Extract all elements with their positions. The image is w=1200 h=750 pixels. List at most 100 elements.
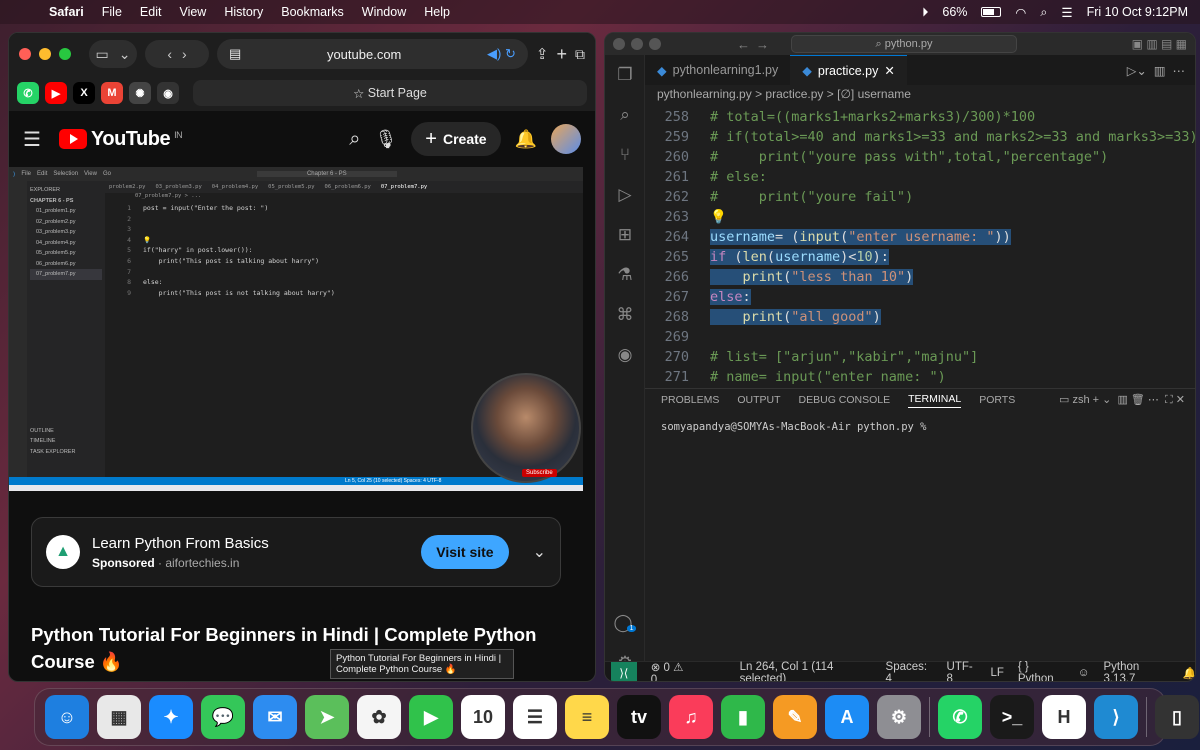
avatar[interactable] <box>551 124 581 154</box>
panel-tab-output[interactable]: OUTPUT <box>737 394 780 406</box>
close-window-button[interactable] <box>613 38 625 50</box>
gmail-icon[interactable]: M <box>101 82 123 104</box>
microphone-icon[interactable]: 🎙 <box>374 129 397 150</box>
forward-icon[interactable]: → <box>756 37 769 52</box>
launchpad-icon[interactable]: ▦ <box>97 695 141 739</box>
mail-icon[interactable]: ✉ <box>253 695 297 739</box>
menu-app-name[interactable]: Safari <box>40 5 93 19</box>
command-center-search[interactable]: ⌕ python.py <box>791 35 1017 53</box>
source-control-icon[interactable]: ⑂ <box>605 135 645 175</box>
visit-site-button[interactable]: Visit site <box>421 535 509 569</box>
python-interpreter[interactable]: Python 3.13.7 <box>1103 661 1168 682</box>
notes-icon[interactable]: ≡ <box>565 695 609 739</box>
github-icon[interactable]: ◉ <box>605 335 645 375</box>
tab-practice[interactable]: ◆ practice.py ✕ <box>790 55 907 85</box>
sidebar-toggle-button[interactable]: ▭ ⌄ <box>89 40 137 68</box>
minimize-window-button[interactable] <box>631 38 643 50</box>
share-icon[interactable]: ⇪ <box>536 45 549 63</box>
finder-icon[interactable]: ☺ <box>45 695 89 739</box>
tab-pythonlearning1[interactable]: ◆ pythonlearning1.py <box>645 55 790 85</box>
battery-icon[interactable] <box>981 7 1002 17</box>
pages-icon[interactable]: ✎ <box>773 695 817 739</box>
facetime-icon[interactable]: ▶ <box>409 695 453 739</box>
maps-icon[interactable]: ➤ <box>305 695 349 739</box>
breadcrumb[interactable]: pythonlearning.py > practice.py > [∅] us… <box>657 87 911 101</box>
close-tab-icon[interactable]: ✕ <box>884 63 894 78</box>
forward-icon[interactable]: › <box>182 46 187 62</box>
panel-tab-debug-console[interactable]: DEBUG CONSOLE <box>799 394 891 406</box>
safari-icon[interactable]: ✦ <box>149 695 193 739</box>
remote-icon[interactable]: ⟩⟨ <box>611 661 637 681</box>
document-icon[interactable]: ▯ <box>1155 695 1199 739</box>
notifications-icon[interactable]: 🔔 <box>515 129 537 150</box>
explorer-icon[interactable]: ❐ <box>605 55 645 95</box>
menu-view[interactable]: View <box>170 5 215 19</box>
menu-help[interactable]: Help <box>415 5 459 19</box>
sponsored-ad[interactable]: ▲ Learn Python From Basics Sponsored · a… <box>31 517 561 587</box>
panel-tab-ports[interactable]: PORTS <box>979 394 1015 406</box>
reload-icon[interactable]: ◀) ↻ <box>487 46 516 62</box>
testing-icon[interactable]: ⚗ <box>605 255 645 295</box>
new-tab-icon[interactable]: + <box>556 44 567 65</box>
settings-icon[interactable]: ⚙ <box>877 695 921 739</box>
spotlight-icon[interactable]: ⌕ <box>1040 5 1047 20</box>
accounts-icon[interactable]: ◯ 1 <box>605 603 645 643</box>
whatsapp-icon[interactable]: ✆ <box>17 82 39 104</box>
tab-overview-icon[interactable]: ⧉ <box>575 46 585 63</box>
page-menu-icon[interactable]: ▤ <box>229 46 241 62</box>
battery-percent[interactable]: 66% <box>942 5 967 19</box>
photos-icon[interactable]: ✿ <box>357 695 401 739</box>
play-status-icon[interactable]: ⏵ <box>922 5 928 20</box>
tv-icon[interactable]: tv <box>617 695 661 739</box>
terminal-icon[interactable]: >_ <box>990 695 1034 739</box>
clock[interactable]: Fri 10 Oct 9:12PM <box>1087 5 1188 19</box>
run-debug-icon[interactable]: ▷ <box>605 175 645 215</box>
reminders-icon[interactable]: ☰ <box>513 695 557 739</box>
cursor-position[interactable]: Ln 264, Col 1 (114 selected) <box>740 661 872 682</box>
encoding-status[interactable]: UTF-8 <box>947 661 977 682</box>
youtube-logo[interactable]: YouTube IN <box>59 128 183 151</box>
search-icon[interactable]: ⌕ <box>605 95 645 135</box>
hyper-icon[interactable]: H <box>1042 695 1086 739</box>
language-mode[interactable]: { } Python <box>1018 661 1064 682</box>
numbers-icon[interactable]: ▮ <box>721 695 765 739</box>
video-player[interactable]: ⟩ File Edit Selection View Go Chapter 6 … <box>9 167 583 491</box>
layout-icons[interactable]: ▣ ▥ ▤ ▦ <box>1132 37 1187 51</box>
menu-edit[interactable]: Edit <box>131 5 171 19</box>
subscribe-watermark[interactable]: Subscribe <box>522 469 557 477</box>
appstore-icon[interactable]: A <box>825 695 869 739</box>
terminal-prompt[interactable]: somyapandya@SOMYAs-MacBook-Air python.py… <box>645 411 1195 443</box>
whatsapp-icon[interactable]: ✆ <box>938 695 982 739</box>
extensions-icon[interactable]: ⊞ <box>605 215 645 255</box>
vscode-icon[interactable]: ⟩ <box>1094 695 1138 739</box>
panel-tab-terminal[interactable]: TERMINAL <box>908 393 962 408</box>
x-icon[interactable]: X <box>73 82 95 104</box>
close-window-button[interactable] <box>19 48 31 60</box>
search-icon[interactable]: ⌕ <box>349 128 360 151</box>
music-icon[interactable]: ♫ <box>669 695 713 739</box>
menu-history[interactable]: History <box>215 5 272 19</box>
control-center-icon[interactable]: ☰ <box>1061 5 1072 20</box>
calendar-icon[interactable]: 10 <box>461 695 505 739</box>
start-page-tab[interactable]: ☆ Start Page <box>193 80 587 106</box>
panel-actions[interactable]: ▭ zsh + ⌄ ▥ 🗑 ⋯ ⛶ ✕ <box>1059 393 1185 407</box>
python-icon[interactable]: ⌘ <box>605 295 645 335</box>
chatgpt-icon[interactable]: ✺ <box>129 82 151 104</box>
menu-bookmarks[interactable]: Bookmarks <box>272 5 353 19</box>
minimize-window-button[interactable] <box>39 48 51 60</box>
expand-ad-icon[interactable]: ⌄ <box>533 542 546 562</box>
eol-status[interactable]: LF <box>990 667 1003 679</box>
hamburger-menu-icon[interactable]: ☰ <box>23 127 45 152</box>
copilot-icon[interactable]: ☺ <box>1078 667 1090 679</box>
github-icon[interactable]: ◉ <box>157 82 179 104</box>
run-button[interactable]: ▷⌄ ▥ ⋯ <box>1127 63 1185 78</box>
back-icon[interactable]: ‹ <box>167 46 172 62</box>
menu-file[interactable]: File <box>93 5 131 19</box>
zoom-window-button[interactable] <box>59 48 71 60</box>
messages-icon[interactable]: 💬 <box>201 695 245 739</box>
zoom-window-button[interactable] <box>649 38 661 50</box>
back-icon[interactable]: ← <box>737 37 750 52</box>
problems-status[interactable]: ⊗ 0 ⚠ 0 <box>651 660 690 682</box>
panel-tab-problems[interactable]: PROBLEMS <box>661 394 719 406</box>
ad-title[interactable]: Learn Python From Basics <box>92 535 269 552</box>
